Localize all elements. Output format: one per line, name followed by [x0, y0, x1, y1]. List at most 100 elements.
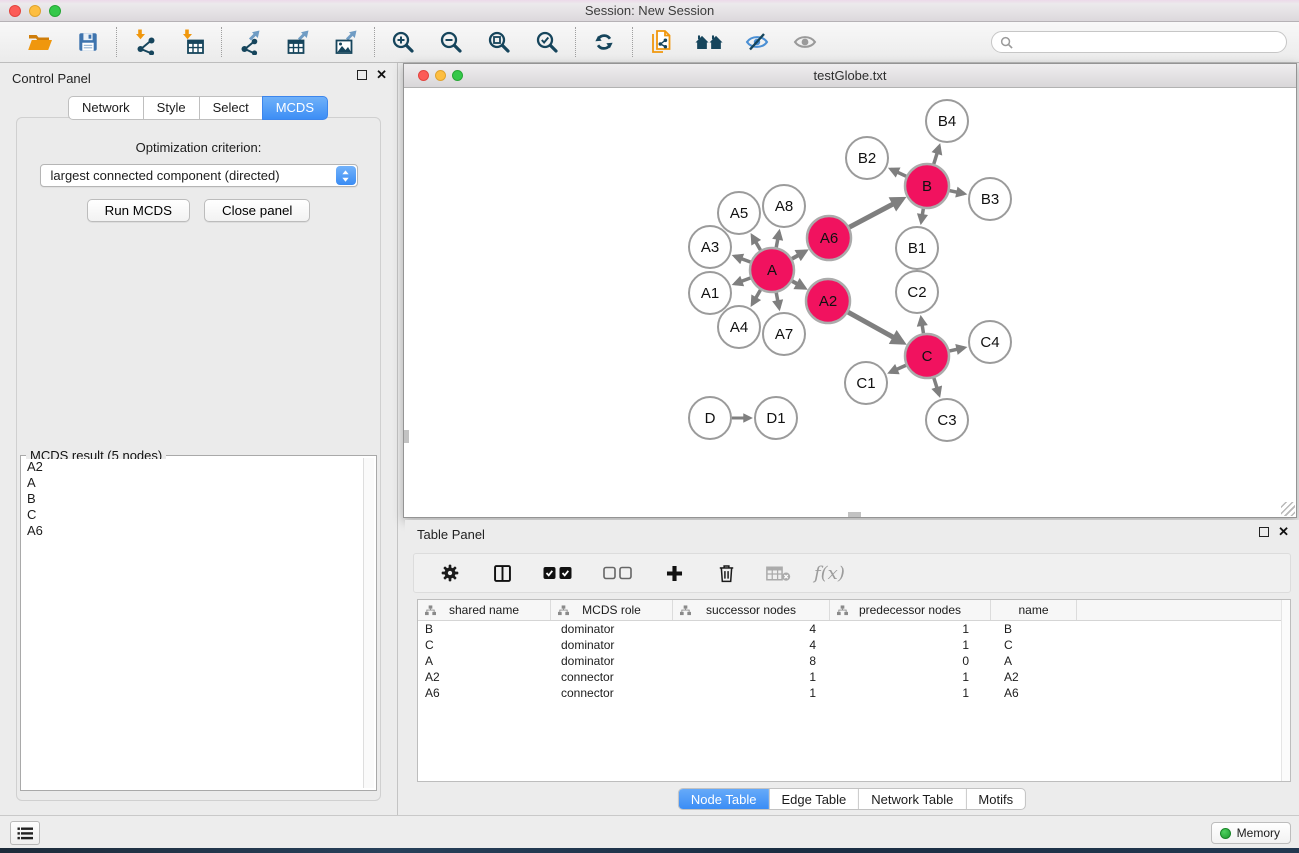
edge-C-C3[interactable] [934, 377, 940, 395]
table-row[interactable]: Bdominator41B [418, 621, 1290, 637]
zoom-selected-button[interactable] [531, 26, 563, 58]
node-B4[interactable]: B4 [926, 100, 968, 142]
run-mcds-button[interactable]: Run MCDS [87, 199, 190, 222]
node-table[interactable]: shared nameMCDS rolesuccessor nodesprede… [417, 599, 1291, 782]
edge-A2-C[interactable] [847, 312, 902, 343]
column-header-shared-name[interactable]: shared name [418, 600, 551, 620]
edge-A-A8[interactable] [776, 232, 779, 248]
tab-motifs[interactable]: Motifs [965, 789, 1025, 809]
result-item[interactable]: A6 [24, 523, 363, 539]
add-column-button[interactable] [658, 557, 690, 589]
save-session-button[interactable] [72, 26, 104, 58]
clone-network-button[interactable] [645, 26, 677, 58]
search-input[interactable] [1018, 35, 1278, 49]
close-window-button[interactable] [9, 5, 21, 17]
close-panel-button[interactable]: Close panel [204, 199, 310, 222]
column-header-MCDS-role[interactable]: MCDS role [551, 600, 673, 620]
result-item[interactable]: A [24, 475, 363, 491]
destroy-table-button[interactable] [762, 557, 794, 589]
zoom-out-button[interactable] [435, 26, 467, 58]
column-header-predecessor-nodes[interactable]: predecessor nodes [830, 600, 991, 620]
export-network-button[interactable] [234, 26, 266, 58]
node-A2[interactable]: A2 [806, 279, 850, 323]
import-network-button[interactable] [129, 26, 161, 58]
refresh-button[interactable] [588, 26, 620, 58]
edge-A-A6[interactable] [791, 251, 805, 259]
edge-A-A3[interactable] [735, 256, 752, 262]
column-header-name[interactable]: name [991, 600, 1077, 620]
import-table-button[interactable] [177, 26, 209, 58]
network-minimize-button[interactable] [435, 70, 446, 81]
task-history-button[interactable] [10, 821, 40, 845]
minimize-window-button[interactable] [29, 5, 41, 17]
node-D1[interactable]: D1 [755, 397, 797, 439]
export-image-button[interactable] [330, 26, 362, 58]
show-columns-button[interactable] [486, 557, 518, 589]
tab-network-table[interactable]: Network Table [858, 789, 965, 809]
result-scrollbar[interactable] [363, 458, 374, 788]
edge-A6-B[interactable] [848, 199, 902, 228]
toggle-details-button[interactable] [741, 26, 773, 58]
edge-A-A2[interactable] [791, 281, 804, 288]
network-graph[interactable]: AA1A2A3A4A5A6A7A8BB1B2B3B4CC1C2C3C4DD1 [404, 89, 1296, 518]
edge-C-C1[interactable] [890, 365, 907, 372]
mcds-result-list[interactable]: A2ABCA6 [24, 459, 363, 787]
zoom-fit-button[interactable] [483, 26, 515, 58]
table-row[interactable]: A6connector11A6 [418, 685, 1290, 701]
node-A7[interactable]: A7 [763, 313, 805, 355]
result-item[interactable]: B [24, 491, 363, 507]
edge-B-B4[interactable] [933, 146, 939, 165]
node-C3[interactable]: C3 [926, 399, 968, 441]
tab-node-table[interactable]: Node Table [679, 789, 769, 809]
network-zoom-button[interactable] [452, 70, 463, 81]
tab-style[interactable]: Style [143, 96, 200, 120]
tab-network[interactable]: Network [68, 96, 144, 120]
node-C4[interactable]: C4 [969, 321, 1011, 363]
edge-B-B1[interactable] [921, 208, 923, 222]
edge-B-B3[interactable] [949, 190, 965, 193]
table-row[interactable]: A2connector11A2 [418, 669, 1290, 685]
zoom-window-button[interactable] [49, 5, 61, 17]
edge-C-C2[interactable] [921, 318, 924, 334]
fx-function-button[interactable]: f(x) [814, 563, 845, 584]
vertical-scrollbar[interactable] [404, 430, 409, 443]
edge-A-A7[interactable] [776, 292, 779, 308]
node-A1[interactable]: A1 [689, 272, 731, 314]
home-network-button[interactable] [693, 26, 725, 58]
select-all-button[interactable] [538, 557, 578, 589]
edge-A-A1[interactable] [735, 278, 752, 284]
edge-B-B2[interactable] [891, 169, 907, 176]
node-B2[interactable]: B2 [846, 137, 888, 179]
memory-button[interactable]: Memory [1211, 822, 1291, 844]
network-canvas[interactable]: AA1A2A3A4A5A6A7A8BB1B2B3B4CC1C2C3C4DD1 [404, 89, 1296, 517]
node-A3[interactable]: A3 [689, 226, 731, 268]
node-B1[interactable]: B1 [896, 227, 938, 269]
table-settings-button[interactable] [434, 557, 466, 589]
node-A4[interactable]: A4 [718, 306, 760, 348]
deselect-all-button[interactable] [598, 557, 638, 589]
resize-grip[interactable] [1281, 502, 1295, 516]
tab-select[interactable]: Select [199, 96, 263, 120]
zoom-in-button[interactable] [387, 26, 419, 58]
node-C[interactable]: C [905, 334, 949, 378]
node-C1[interactable]: C1 [845, 362, 887, 404]
node-B[interactable]: B [905, 164, 949, 208]
node-A6[interactable]: A6 [807, 216, 851, 260]
node-B3[interactable]: B3 [969, 178, 1011, 220]
search-field[interactable] [991, 31, 1287, 53]
table-row[interactable]: Cdominator41C [418, 637, 1290, 653]
tab-mcds[interactable]: MCDS [262, 96, 328, 120]
network-window-titlebar[interactable]: testGlobe.txt [404, 64, 1296, 88]
export-table-button[interactable] [282, 26, 314, 58]
float-panel-icon[interactable] [357, 70, 367, 80]
network-close-button[interactable] [418, 70, 429, 81]
table-scrollbar[interactable] [1281, 600, 1290, 781]
close-table-panel-icon[interactable]: ✕ [1278, 527, 1289, 537]
float-table-panel-icon[interactable] [1259, 527, 1269, 537]
edge-A-A5[interactable] [752, 236, 761, 251]
edge-A-A4[interactable] [752, 289, 761, 304]
node-A[interactable]: A [750, 248, 794, 292]
table-row[interactable]: Adominator80A [418, 653, 1290, 669]
node-D[interactable]: D [689, 397, 731, 439]
result-item[interactable]: A2 [24, 459, 363, 475]
